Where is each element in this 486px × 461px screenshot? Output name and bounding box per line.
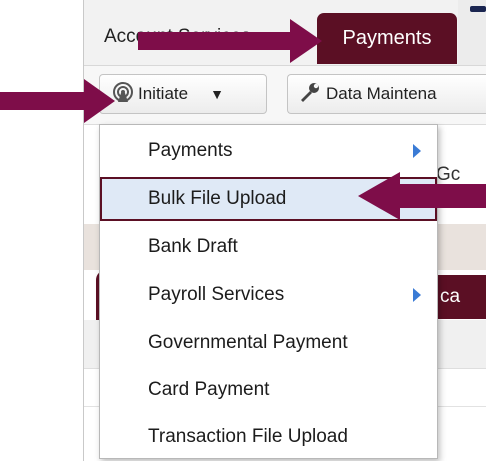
arrow-to-bulk-file-upload bbox=[358, 172, 486, 220]
annotation-arrows bbox=[0, 19, 486, 220]
arrow-to-payments-tab bbox=[138, 19, 322, 63]
arrow-to-initiate-button bbox=[0, 79, 115, 123]
